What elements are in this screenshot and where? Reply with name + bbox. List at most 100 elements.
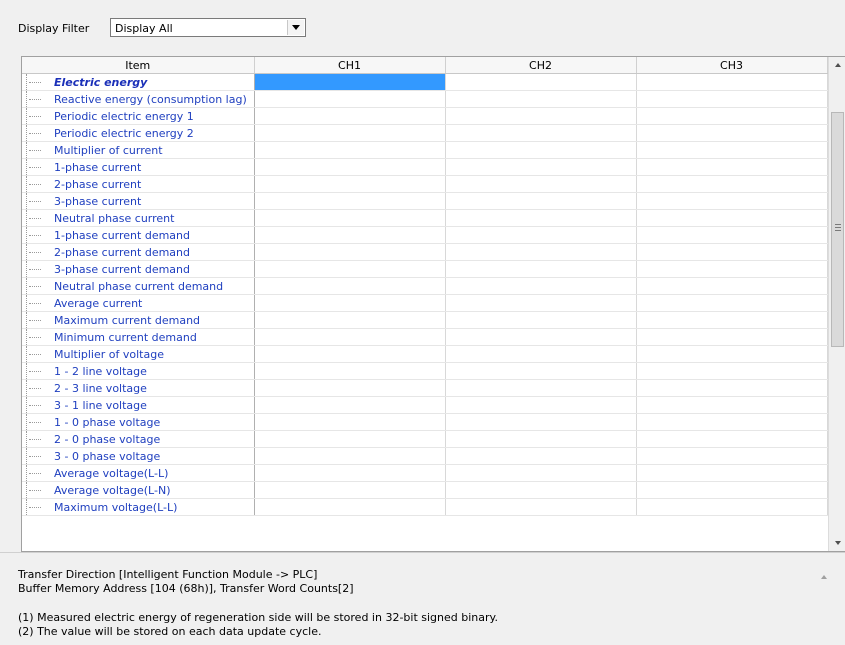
item-cell[interactable]: Electric energy (22, 73, 255, 91)
item-cell[interactable]: Neutral phase current (22, 209, 255, 227)
ch1-cell[interactable] (254, 90, 446, 108)
item-cell[interactable]: Maximum current demand (22, 311, 255, 329)
ch1-cell[interactable] (254, 192, 446, 210)
item-cell[interactable]: Periodic electric energy 1 (22, 107, 255, 125)
ch3-cell[interactable] (636, 362, 828, 380)
ch2-cell[interactable] (445, 396, 637, 414)
ch3-cell[interactable] (636, 294, 828, 312)
ch3-cell[interactable] (636, 175, 828, 193)
ch3-cell[interactable] (636, 90, 828, 108)
ch2-cell[interactable] (445, 226, 637, 244)
ch1-cell[interactable] (254, 396, 446, 414)
scrollbar-thumb[interactable] (831, 112, 844, 347)
ch3-cell[interactable] (636, 277, 828, 295)
ch3-cell[interactable] (636, 124, 828, 142)
ch1-cell[interactable] (254, 141, 446, 159)
table-row[interactable]: 1-phase current demand (22, 226, 828, 244)
item-cell[interactable]: Periodic electric energy 2 (22, 124, 255, 142)
ch2-cell[interactable] (445, 158, 637, 176)
ch3-cell[interactable] (636, 260, 828, 278)
ch2-cell[interactable] (445, 345, 637, 363)
ch3-cell[interactable] (636, 107, 828, 125)
item-cell[interactable]: Maximum voltage(L-L) (22, 498, 255, 516)
ch1-cell[interactable] (254, 124, 446, 142)
ch1-cell[interactable] (254, 209, 446, 227)
ch3-cell[interactable] (636, 413, 828, 431)
ch3-cell[interactable] (636, 498, 828, 516)
ch3-cell[interactable] (636, 73, 828, 91)
ch1-cell[interactable] (254, 413, 446, 431)
ch2-cell[interactable] (445, 243, 637, 261)
ch2-cell[interactable] (445, 379, 637, 397)
item-cell[interactable]: 1 - 0 phase voltage (22, 413, 255, 431)
table-row[interactable]: Maximum voltage(L-L) (22, 498, 828, 516)
ch3-cell[interactable] (636, 328, 828, 346)
item-cell[interactable]: Average voltage(L-L) (22, 464, 255, 482)
ch1-cell[interactable] (254, 362, 446, 380)
item-cell[interactable]: Neutral phase current demand (22, 277, 255, 295)
ch1-cell[interactable] (254, 311, 446, 329)
ch2-cell[interactable] (445, 141, 637, 159)
ch2-cell[interactable] (445, 294, 637, 312)
column-header-item[interactable]: Item (22, 57, 255, 74)
ch3-cell[interactable] (636, 192, 828, 210)
ch2-cell[interactable] (445, 362, 637, 380)
ch1-cell[interactable] (254, 243, 446, 261)
ch1-cell[interactable] (254, 107, 446, 125)
chevron-down-icon[interactable] (287, 20, 304, 35)
ch2-cell[interactable] (445, 481, 637, 499)
ch2-cell[interactable] (445, 498, 637, 516)
ch3-cell[interactable] (636, 379, 828, 397)
ch2-cell[interactable] (445, 311, 637, 329)
table-row[interactable]: 2-phase current demand (22, 243, 828, 261)
table-row[interactable]: 3 - 0 phase voltage (22, 447, 828, 465)
ch1-cell[interactable] (254, 277, 446, 295)
table-row[interactable]: Average voltage(L-N) (22, 481, 828, 499)
item-cell[interactable]: 3 - 0 phase voltage (22, 447, 255, 465)
ch1-cell[interactable] (254, 328, 446, 346)
column-header-ch2[interactable]: CH2 (445, 57, 637, 74)
ch2-cell[interactable] (445, 430, 637, 448)
ch3-cell[interactable] (636, 396, 828, 414)
ch2-cell[interactable] (445, 260, 637, 278)
ch3-cell[interactable] (636, 209, 828, 227)
scroll-up-arrow-icon[interactable] (829, 57, 845, 74)
ch1-cell[interactable] (254, 464, 446, 482)
table-row[interactable]: Average voltage(L-L) (22, 464, 828, 482)
ch3-cell[interactable] (636, 243, 828, 261)
item-cell[interactable]: 1-phase current demand (22, 226, 255, 244)
ch1-cell[interactable] (254, 175, 446, 193)
ch3-cell[interactable] (636, 430, 828, 448)
table-row[interactable]: 2 - 0 phase voltage (22, 430, 828, 448)
table-row[interactable]: Maximum current demand (22, 311, 828, 329)
table-row[interactable]: 1 - 0 phase voltage (22, 413, 828, 431)
table-row[interactable]: Multiplier of voltage (22, 345, 828, 363)
ch3-cell[interactable] (636, 158, 828, 176)
display-filter-select[interactable]: Display All (110, 18, 306, 37)
ch1-cell[interactable] (254, 260, 446, 278)
ch2-cell[interactable] (445, 175, 637, 193)
item-cell[interactable]: 3 - 1 line voltage (22, 396, 255, 414)
ch2-cell[interactable] (445, 413, 637, 431)
ch1-cell[interactable] (254, 345, 446, 363)
ch2-cell[interactable] (445, 277, 637, 295)
table-row[interactable]: 1-phase current (22, 158, 828, 176)
table-row[interactable]: 3-phase current (22, 192, 828, 210)
ch2-cell[interactable] (445, 328, 637, 346)
ch2-cell[interactable] (445, 447, 637, 465)
ch3-cell[interactable] (636, 141, 828, 159)
table-row[interactable]: 2 - 3 line voltage (22, 379, 828, 397)
ch3-cell[interactable] (636, 226, 828, 244)
item-cell[interactable]: Average voltage(L-N) (22, 481, 255, 499)
table-row[interactable]: 3-phase current demand (22, 260, 828, 278)
ch2-cell[interactable] (445, 107, 637, 125)
grid-scrollbar[interactable] (828, 57, 845, 551)
ch1-cell[interactable] (254, 430, 446, 448)
table-row[interactable]: Electric energy (22, 73, 828, 91)
ch1-cell[interactable] (254, 294, 446, 312)
ch2-cell[interactable] (445, 124, 637, 142)
item-cell[interactable]: Reactive energy (consumption lag) (22, 90, 255, 108)
scroll-down-arrow-icon[interactable] (829, 534, 845, 551)
ch2-cell[interactable] (445, 209, 637, 227)
item-cell[interactable]: 2-phase current demand (22, 243, 255, 261)
